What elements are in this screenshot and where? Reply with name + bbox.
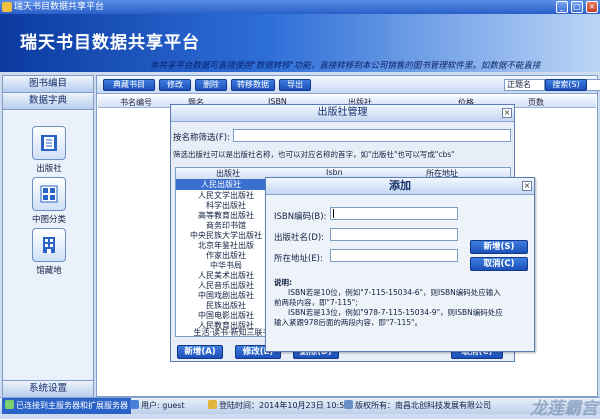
publisher-name-label: 出版社名(D): (274, 233, 325, 243)
server-icon (5, 400, 14, 409)
isbn-label: ISBN编码(B): (274, 212, 327, 222)
field-select-value: 正题名 (507, 80, 531, 89)
note-text-1: ISBN若是10位，例如"7-115-15034-6"，则ISBN编码处应输入前… (274, 288, 501, 307)
header-banner: 瑞天书目数据共享平台 本共享平台数据可直接使用"数据转移"功能，直接转移到本公司… (0, 14, 600, 72)
sidebar-header-catalog[interactable]: 图书编目 (3, 76, 93, 93)
add-dialog-title: 添加 (266, 178, 534, 195)
col-header: 出版社 (216, 169, 240, 178)
user-icon (130, 400, 139, 409)
note-title: 说明: (274, 278, 292, 287)
col-header[interactable]: 书名编号 (120, 97, 152, 108)
isbn-input[interactable] (330, 207, 458, 220)
close-button[interactable]: × (586, 1, 598, 13)
sidebar-item-label: 馆藏地 (36, 266, 62, 276)
row-name: 人民出版社 (201, 180, 241, 189)
banner-title: 瑞天书目数据共享平台 (20, 33, 200, 53)
minimize-button[interactable]: _ (556, 1, 568, 13)
sidebar-item-label: 中图分类 (31, 215, 66, 225)
sidebar-footer-settings[interactable]: 系统设置 (3, 380, 93, 397)
window-title: 瑞天书目数据共享平台 (14, 2, 105, 12)
sidebar: 图书编目 数据字典 出版社 中图分类 馆藏地 系统设置 (2, 75, 94, 397)
copyright-status: 版权所有：南昌北创科技发展有限公司 (344, 398, 491, 414)
maximize-button[interactable]: □ (571, 1, 583, 13)
collection-button[interactable]: 典藏书目 (103, 79, 155, 91)
book-icon (32, 126, 66, 160)
info-icon (344, 400, 353, 409)
toolbar: 典藏书目 修改 删除 转移数据 导出 正题名▼ (97, 76, 600, 94)
watermark: 龙莲霸宫 (530, 399, 598, 419)
edit-button[interactable]: 修改 (159, 79, 191, 91)
filter-input[interactable] (233, 129, 511, 142)
filter-hint: 筛选出版社可以是出版社名称，也可以对应名称的首字，如"出版社"也可以写成"cbs… (173, 150, 455, 159)
sidebar-item-publisher[interactable]: 出版社 (27, 126, 71, 174)
sidebar-header-dictionary[interactable]: 数据字典 (3, 93, 93, 110)
publisher-dialog-title: 出版社管理 (171, 105, 514, 122)
search-button[interactable]: 搜索(S) (545, 79, 587, 91)
sidebar-item-label: 出版社 (36, 164, 62, 174)
user-status: 用户: guest (130, 398, 185, 414)
export-button[interactable]: 导出 (279, 79, 311, 91)
text-cursor (333, 209, 334, 218)
publisher-name-input[interactable] (330, 228, 458, 241)
note-text-2: ISBN若是13位，例如"978-7-115-15034-9"，则ISBN编码处… (274, 308, 503, 327)
connection-status: 已连接到主服务器和扩展服务器 (2, 398, 131, 414)
sidebar-item-classification[interactable]: 中图分类 (27, 177, 71, 225)
add-publisher-button[interactable]: 新增(A) (177, 345, 223, 359)
clock-icon (208, 400, 217, 409)
login-time-text: 登陆时间：2014年10月23日 10:56 (219, 401, 350, 410)
user-text: 用户: guest (141, 401, 185, 410)
col-header: Isbn (326, 168, 343, 177)
copyright-text: 版权所有：南昌北创科技发展有限公司 (355, 401, 491, 410)
close-icon[interactable]: × (502, 108, 512, 118)
add-dialog: 添加 × ISBN编码(B): 出版社名(D): 所在地址(E): 新增(S) … (265, 177, 535, 352)
app-icon (2, 2, 12, 12)
save-add-button[interactable]: 新增(S) (470, 240, 528, 254)
building-icon (32, 228, 66, 262)
login-time-status: 登陆时间：2014年10月23日 10:56 (208, 398, 349, 414)
filter-label: 按名称筛选(F): (173, 133, 230, 143)
transfer-data-button[interactable]: 转移数据 (231, 79, 275, 91)
delete-button[interactable]: 删除 (195, 79, 227, 91)
cancel-add-button[interactable]: 取消(C) (470, 257, 528, 271)
connection-text: 已连接到主服务器和扩展服务器 (16, 401, 128, 410)
sidebar-item-location[interactable]: 馆藏地 (27, 228, 71, 276)
address-input[interactable] (330, 249, 458, 262)
close-icon[interactable]: × (522, 181, 532, 191)
add-dialog-note: 说明: ISBN若是10位，例如"7-115-15034-6"，则ISBN编码处… (274, 278, 504, 328)
banner-note: 本共享平台数据可直接使用"数据转移"功能，直接转移到本公司销售的图书管理软件里。… (150, 61, 541, 71)
address-label: 所在地址(E): (274, 254, 323, 264)
classification-icon (32, 177, 66, 211)
window-titlebar: 瑞天书目数据共享平台 _ □ × (0, 0, 600, 14)
col-header[interactable]: 页数 (528, 97, 544, 108)
